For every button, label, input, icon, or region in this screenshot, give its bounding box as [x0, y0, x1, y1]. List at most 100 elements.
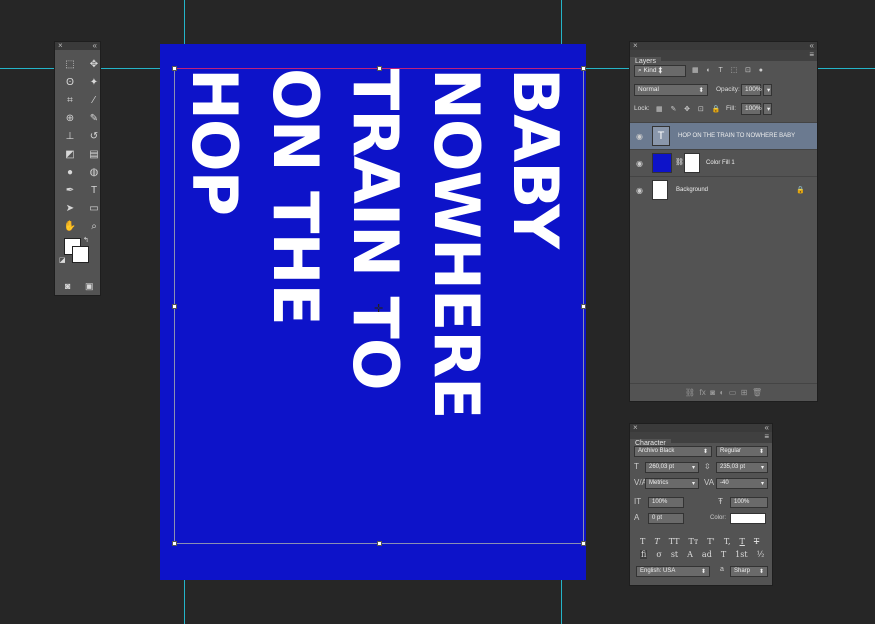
layers-panel-header[interactable]: × « [630, 42, 817, 50]
transform-handle-bl[interactable] [172, 541, 177, 546]
filter-pixel-icon[interactable]: ▦ [692, 67, 699, 74]
ordinals-button[interactable]: 1st [735, 550, 747, 559]
lock-paint-icon[interactable]: ✎ [670, 106, 676, 113]
zoom-icon[interactable]: ⌕ [85, 218, 103, 234]
stamp-icon[interactable]: ⊥ [61, 128, 79, 144]
layer-row-text[interactable]: ◉ T HOP ON THE TRAIN TO NOWHERE BABY [630, 122, 817, 149]
horizontal-scale-field[interactable]: 100% [730, 497, 768, 508]
close-icon[interactable]: × [58, 41, 63, 50]
superscript-button[interactable]: T' [707, 537, 715, 546]
type-icon[interactable]: T [85, 182, 103, 198]
character-panel-header[interactable]: × « [630, 424, 772, 432]
healing-icon[interactable]: ⊕ [61, 110, 79, 126]
underline-button[interactable]: T [740, 537, 745, 546]
visibility-eye-icon[interactable]: ◉ [636, 132, 643, 141]
filter-smart-object-icon[interactable]: ⊡ [745, 67, 751, 74]
delete-layer-icon[interactable]: 🗑 [752, 388, 762, 397]
eyedropper-icon[interactable]: ⁄ [85, 92, 103, 108]
font-family-dropdown[interactable]: Archivo Black ⬍ [634, 446, 712, 457]
collapse-icon[interactable]: « [765, 424, 769, 432]
font-style-dropdown[interactable]: Regular ⬍ [716, 446, 768, 457]
panel-menu-icon[interactable]: ≡ [809, 50, 814, 59]
visibility-eye-icon[interactable]: ◉ [636, 186, 643, 195]
filter-shape-icon[interactable]: ⬚ [731, 67, 738, 74]
lock-artboard-icon[interactable]: ⊡ [698, 106, 704, 113]
collapse-icon[interactable]: « [93, 42, 97, 50]
kerning-field[interactable]: Metrics ▾ [645, 478, 699, 489]
titling-alternates-button[interactable]: ad [702, 550, 712, 559]
history-brush-icon[interactable]: ↺ [85, 128, 103, 144]
swash-button[interactable]: st [671, 550, 678, 559]
lasso-icon[interactable]: ʘ [61, 74, 79, 90]
transform-handle-tl[interactable] [172, 66, 177, 71]
transform-handle-tr[interactable] [581, 66, 586, 71]
filter-adjustment-icon[interactable]: ◐ [706, 67, 710, 74]
background-color-swatch[interactable] [72, 246, 89, 263]
collapse-icon[interactable]: « [810, 42, 814, 50]
fill-dropdown-button[interactable]: ▾ [763, 103, 772, 115]
hand-icon[interactable]: ✋ [61, 218, 79, 234]
panel-menu-icon[interactable]: ≡ [764, 432, 769, 441]
baseline-shift-field[interactable]: 0 pt [648, 513, 684, 524]
marquee-icon[interactable]: ⬚ [61, 56, 79, 72]
tracking-field[interactable]: -40 ▾ [716, 478, 768, 489]
path-select-icon[interactable]: ➤ [61, 200, 79, 216]
screen-mode-icon[interactable]: ▣ [83, 278, 97, 294]
language-dropdown[interactable]: English: USA ⬍ [636, 566, 710, 577]
transform-handle-mr[interactable] [581, 304, 586, 309]
brush-icon[interactable]: ✎ [85, 110, 103, 126]
text-color-swatch[interactable] [730, 513, 766, 524]
blur-icon[interactable]: ● [61, 164, 79, 180]
leading-field[interactable]: 235,03 pt ▾ [716, 462, 768, 473]
faux-italic-button[interactable]: T [654, 537, 659, 546]
layer-row-color-fill[interactable]: ◉ ⛓ Color Fill 1 [630, 149, 817, 176]
fx-icon[interactable]: fx [700, 388, 706, 397]
ligatures-button[interactable]: fi [640, 550, 648, 559]
color-swatches[interactable]: ↰ ◪ [55, 236, 100, 272]
transform-center-icon[interactable]: ✛ [374, 302, 383, 315]
add-mask-icon[interactable]: ◙ [710, 388, 715, 397]
move-icon[interactable]: ✥ [85, 56, 103, 72]
visibility-eye-icon[interactable]: ◉ [636, 159, 643, 168]
crop-icon[interactable]: ⌗ [61, 92, 79, 108]
faux-bold-button[interactable]: T [640, 537, 645, 546]
transform-handle-ml[interactable] [172, 304, 177, 309]
dodge-icon[interactable]: ◍ [85, 164, 103, 180]
blend-mode-dropdown[interactable]: Normal ⬍ [634, 84, 708, 96]
opacity-field[interactable]: 100% [741, 84, 762, 96]
link-layers-icon[interactable]: ⛓ [685, 388, 695, 397]
close-icon[interactable]: × [633, 423, 638, 432]
ornaments-button[interactable]: T [721, 550, 726, 559]
stylistic-alternates-button[interactable]: A [687, 550, 693, 559]
lock-all-icon[interactable]: 🔒 [712, 106, 721, 113]
fill-field[interactable]: 100% [741, 103, 762, 115]
subscript-button[interactable]: T, [724, 537, 731, 546]
small-caps-button[interactable]: Tт [689, 537, 699, 546]
filter-toggle-icon[interactable]: ● [759, 67, 763, 74]
old-style-button[interactable]: σ [656, 550, 661, 559]
filter-type-icon[interactable]: T [718, 67, 722, 74]
tools-panel-header[interactable]: × « [55, 42, 100, 50]
strikethrough-button[interactable]: T [754, 537, 759, 546]
antialias-dropdown[interactable]: Sharp ⬍ [730, 566, 768, 577]
adjustment-layer-icon[interactable]: ◐ [719, 388, 724, 397]
magic-wand-icon[interactable]: ✦ [85, 74, 103, 90]
fractions-button[interactable]: ½ [757, 550, 765, 559]
close-icon[interactable]: × [633, 41, 638, 50]
eraser-icon[interactable]: ◩ [61, 146, 79, 162]
layer-filter-kind-dropdown[interactable]: ⌕ Kind ⬍ [634, 65, 686, 77]
default-colors-icon[interactable]: ◪ [59, 256, 66, 264]
new-group-icon[interactable]: ▭ [729, 388, 737, 397]
font-size-field[interactable]: 260,03 pt ▾ [645, 462, 699, 473]
transform-handle-bc[interactable] [377, 541, 382, 546]
new-layer-icon[interactable]: ⊞ [741, 388, 748, 397]
lock-position-icon[interactable]: ✥ [684, 106, 690, 113]
pen-icon[interactable]: ✒ [61, 182, 79, 198]
all-caps-button[interactable]: TT [669, 537, 680, 546]
gradient-icon[interactable]: ▤ [85, 146, 103, 162]
opacity-dropdown-button[interactable]: ▾ [763, 84, 772, 96]
lock-transparent-icon[interactable]: ▦ [656, 106, 663, 113]
rectangle-icon[interactable]: ▭ [85, 200, 103, 216]
vertical-scale-field[interactable]: 100% [648, 497, 684, 508]
swap-colors-icon[interactable]: ↰ [83, 236, 89, 244]
